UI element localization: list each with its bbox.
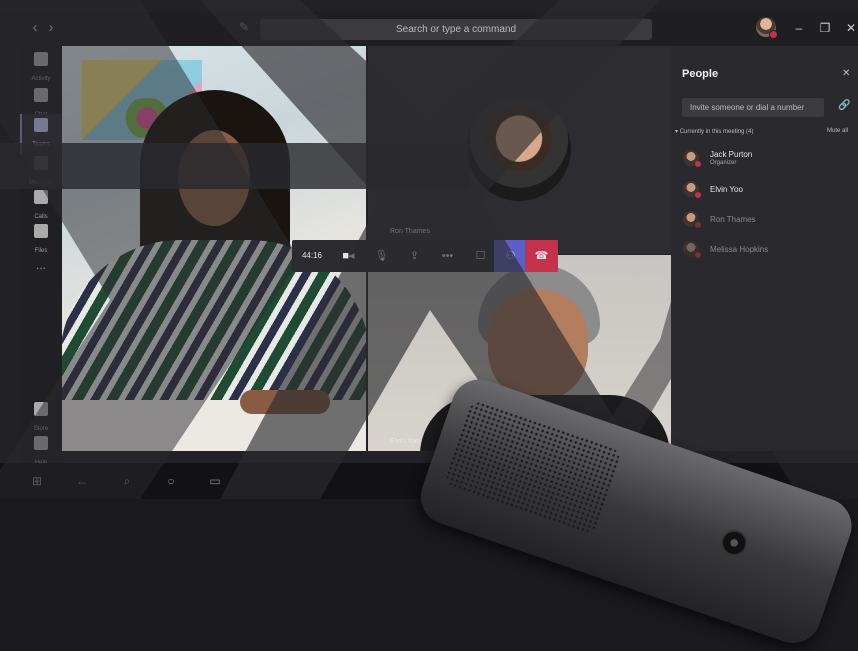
bell-icon <box>34 52 48 66</box>
chat-icon[interactable]: ☐ <box>464 240 497 272</box>
status-badge <box>695 222 701 228</box>
close-icon[interactable]: ✕ <box>843 20 858 36</box>
participant-row[interactable]: Ron Thames <box>681 208 851 232</box>
avatar <box>683 181 701 198</box>
more-apps-button[interactable]: ... <box>20 258 62 298</box>
meeting-section-header[interactable]: ▾ Currently in this meeting (4) <box>675 128 753 135</box>
participant-row[interactable]: Jack Purton Organizer <box>681 147 851 171</box>
status-badge <box>695 192 701 198</box>
people-panel: People ✕ Invite someone or dial a number… <box>671 46 858 451</box>
status-badge <box>769 30 778 39</box>
invite-input[interactable]: Invite someone or dial a number <box>682 98 824 117</box>
participant-row[interactable]: Melissa Hopkins <box>681 238 851 262</box>
cortana-icon[interactable]: ○ <box>162 472 180 490</box>
video-camera-icon[interactable]: ■◂ <box>332 240 365 272</box>
file-icon <box>34 224 48 238</box>
back-arrow-icon[interactable]: ← <box>73 472 91 490</box>
teams-icon <box>34 118 48 132</box>
participant-face <box>488 290 588 400</box>
call-timer: 44:16 <box>301 251 323 260</box>
status-badge <box>695 161 701 167</box>
avatar <box>683 241 701 258</box>
avatar <box>683 211 701 228</box>
windows-start-icon[interactable]: ⊞ <box>28 472 46 490</box>
rail-item-activity[interactable]: Activity <box>20 48 62 88</box>
user-avatar[interactable] <box>756 17 778 39</box>
teams-window: ‹ › ✎ Search or type a command – ❐ ✕ Act… <box>0 0 858 466</box>
participant-face <box>178 130 250 226</box>
close-icon[interactable]: ✕ <box>842 68 850 79</box>
minimize-icon[interactable]: – <box>791 20 807 36</box>
link-icon[interactable]: 🔗 <box>838 100 850 111</box>
share-screen-icon[interactable]: ⇪ <box>398 240 431 272</box>
more-icon[interactable]: ••• <box>431 240 464 272</box>
chevron-right-icon[interactable]: › <box>42 18 60 38</box>
maximize-icon[interactable]: ❐ <box>817 20 833 36</box>
hang-up-icon[interactable]: ☎ <box>525 240 558 272</box>
participant-row[interactable]: Elvin Yoo <box>681 178 851 202</box>
participants-icon[interactable]: ⚇ <box>494 240 527 272</box>
title-bar: ‹ › ✎ Search or type a command – ❐ ✕ <box>0 12 858 46</box>
participant-role: Organizer <box>710 160 737 166</box>
avatar <box>683 150 701 167</box>
phone-icon <box>34 190 48 204</box>
participant-hand <box>240 390 330 414</box>
tile-name-label: Elvin Yoo <box>390 438 419 445</box>
calendar-icon <box>34 156 48 170</box>
panel-title: People <box>682 68 719 80</box>
participant-name: Jack Purton <box>710 150 753 159</box>
microphone-icon[interactable]: 🎙 <box>365 240 398 272</box>
task-view-icon[interactable]: ▭ <box>206 472 224 490</box>
participant-name: Melissa Hopkins <box>710 245 769 254</box>
rail-item-teams[interactable]: Teams <box>20 114 62 154</box>
app-rail: Activity Chat Teams Meetings Calls Files… <box>20 46 62 466</box>
help-icon <box>34 436 48 450</box>
participant-name: Ron Thames <box>710 215 756 224</box>
camera-lens-icon <box>717 526 751 560</box>
call-controls: 44:16 ■◂ 🎙 ⇪ ••• ☐ ⚇ ☎ <box>292 240 558 272</box>
participant-avatar <box>467 97 571 201</box>
rail-item-files[interactable]: Files <box>20 220 62 260</box>
tile-name-label: Melissa Hopkins <box>80 437 131 444</box>
speaker-grille <box>442 398 624 536</box>
chat-icon <box>34 88 48 102</box>
section-label: Currently in this meeting (4) <box>679 129 754 135</box>
tile-name-label: Ron Thames <box>390 228 430 235</box>
search-input[interactable]: Search or type a command <box>260 19 652 40</box>
participant-name: Elvin Yoo <box>710 185 743 194</box>
status-badge <box>695 252 701 258</box>
mute-all-button[interactable]: Mute all <box>827 128 848 134</box>
compose-icon[interactable]: ✎ <box>236 20 252 36</box>
search-icon[interactable]: ⌕ <box>118 472 136 490</box>
store-icon <box>34 402 48 416</box>
